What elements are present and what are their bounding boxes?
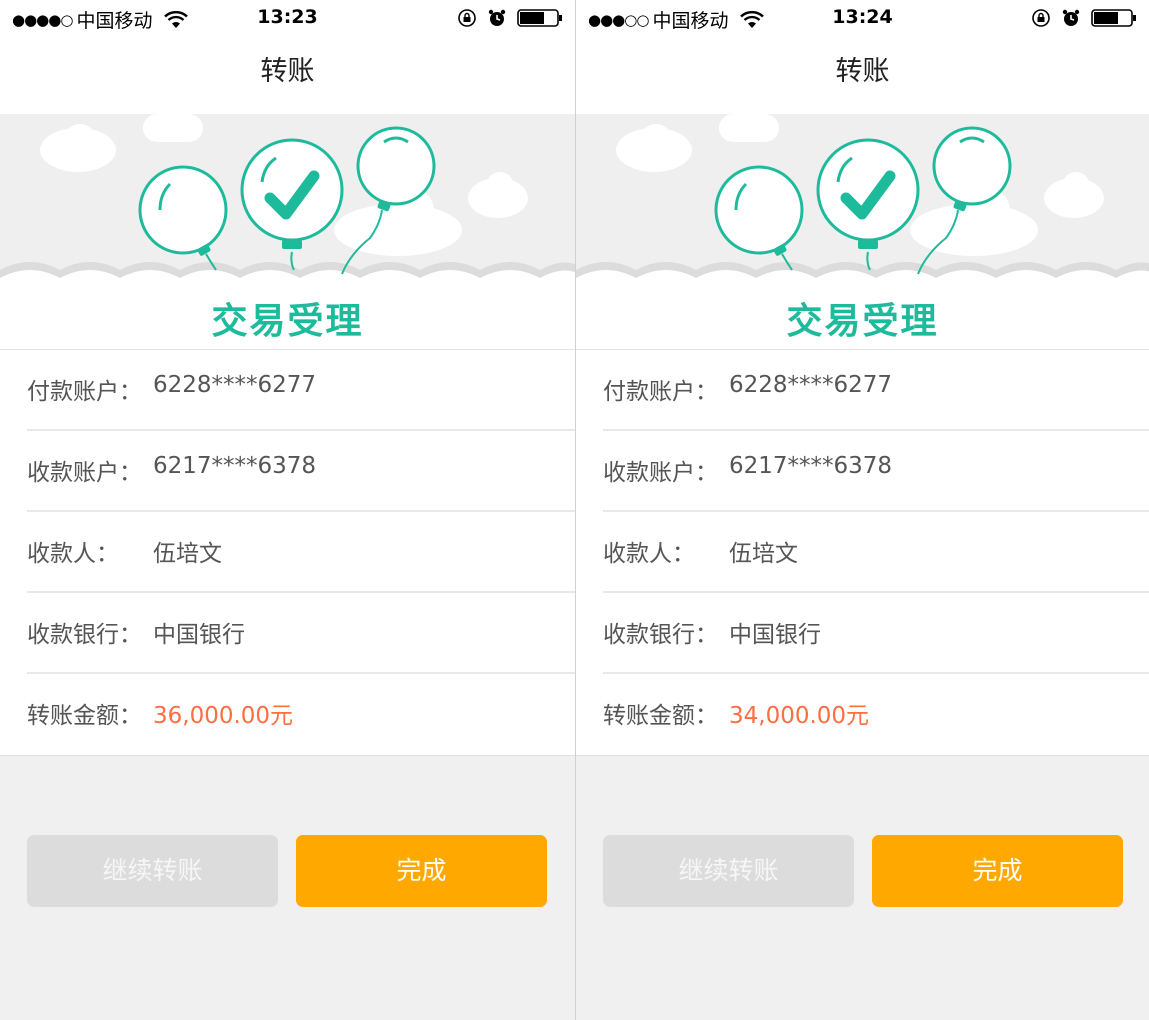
detail-label: 收款银行： <box>27 622 142 648</box>
status-bar: ●●●●○ 中国移动 13:23 <box>0 0 575 36</box>
balloon-icon <box>240 138 344 271</box>
balloon-icon <box>138 165 228 271</box>
detail-label: 收款人： <box>603 541 695 567</box>
detail-row-payee-name: 收款人： 伍培文 <box>603 512 1149 593</box>
phone-screen-left: ●●●●○ 中国移动 13:23 转账 交易受理 付款账户： 6228****6… <box>0 0 575 1020</box>
rotation-lock-icon <box>1032 9 1050 27</box>
detail-label: 收款人： <box>27 541 119 567</box>
transfer-amount: 36,000.00元 <box>153 703 294 729</box>
battery-icon <box>517 9 562 27</box>
done-button[interactable]: 完成 <box>296 835 547 907</box>
detail-label: 收款账户： <box>603 460 718 486</box>
navigation-bar: 转账 <box>576 36 1149 114</box>
detail-value: 伍培文 <box>153 541 222 567</box>
detail-label: 转账金额： <box>27 703 142 729</box>
detail-value: 6228****6277 <box>153 372 317 398</box>
detail-value: 中国银行 <box>729 622 821 648</box>
detail-label: 收款银行： <box>603 622 718 648</box>
result-title: 交易受理 <box>211 301 364 342</box>
success-banner: 交易受理 <box>576 114 1149 350</box>
done-button[interactable]: 完成 <box>872 835 1123 907</box>
result-title: 交易受理 <box>786 301 939 342</box>
detail-row-payee-account: 收款账户： 6217****6378 <box>603 431 1149 512</box>
detail-row-amount: 转账金额： 36,000.00元 <box>27 674 575 755</box>
phone-screen-right: ●●●○○ 中国移动 13:24 转账 交易受理 付款账户： 6228****6… <box>576 0 1149 1020</box>
page-title: 转账 <box>260 56 315 87</box>
transfer-amount: 34,000.00元 <box>729 703 870 729</box>
detail-row-payee-account: 收款账户： 6217****6378 <box>27 431 575 512</box>
balloon-icon <box>816 138 920 271</box>
status-bar: ●●●○○ 中国移动 13:24 <box>576 0 1149 36</box>
balloon-icon <box>714 165 804 271</box>
transfer-details: 付款账户： 6228****6277 收款账户： 6217****6378 收款… <box>576 349 1149 756</box>
rotation-lock-icon <box>458 9 476 27</box>
continue-transfer-button[interactable]: 继续转账 <box>603 835 854 907</box>
detail-value: 6217****6378 <box>153 453 317 479</box>
detail-row-payee-bank: 收款银行： 中国银行 <box>27 593 575 674</box>
detail-label: 付款账户： <box>603 379 718 405</box>
navigation-bar: 转账 <box>0 36 575 114</box>
detail-row-payee-bank: 收款银行： 中国银行 <box>603 593 1149 674</box>
continue-transfer-button[interactable]: 继续转账 <box>27 835 278 907</box>
detail-label: 收款账户： <box>27 460 142 486</box>
detail-row-payer-account: 付款账户： 6228****6277 <box>27 350 575 431</box>
detail-row-payee-name: 收款人： 伍培文 <box>27 512 575 593</box>
page-title: 转账 <box>835 56 890 87</box>
detail-row-payer-account: 付款账户： 6228****6277 <box>603 350 1149 431</box>
detail-value: 6217****6378 <box>729 453 893 479</box>
detail-value: 6228****6277 <box>729 372 893 398</box>
detail-row-amount: 转账金额： 34,000.00元 <box>603 674 1149 755</box>
battery-icon <box>1091 9 1136 27</box>
success-banner: 交易受理 <box>0 114 575 350</box>
detail-value: 伍培文 <box>729 541 798 567</box>
alarm-icon <box>488 9 506 26</box>
detail-label: 付款账户： <box>27 379 142 405</box>
detail-label: 转账金额： <box>603 703 718 729</box>
detail-value: 中国银行 <box>153 622 245 648</box>
alarm-icon <box>1062 9 1080 26</box>
transfer-details: 付款账户： 6228****6277 收款账户： 6217****6378 收款… <box>0 349 575 756</box>
